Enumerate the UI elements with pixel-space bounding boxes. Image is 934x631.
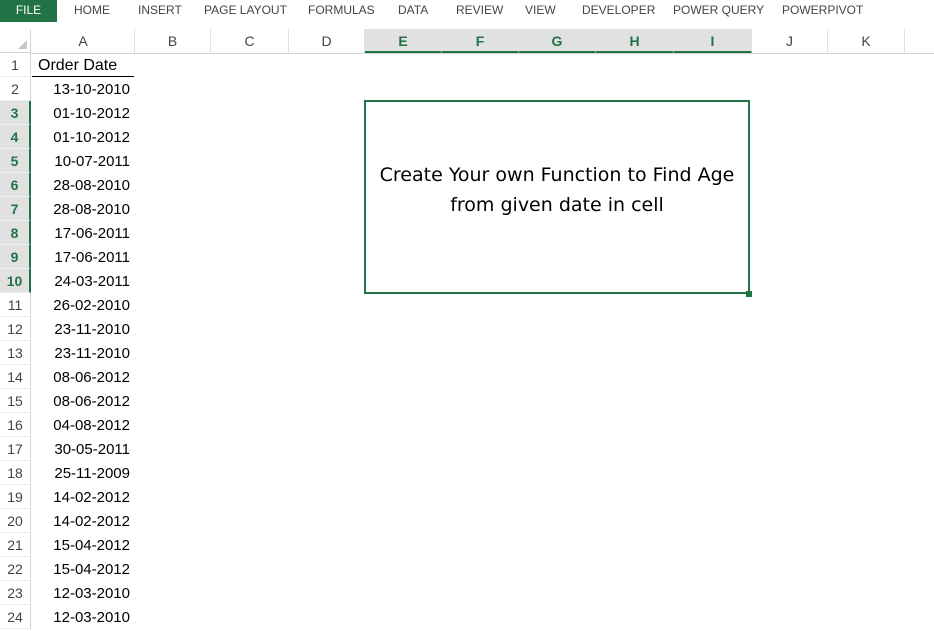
column-header-c[interactable]: C bbox=[211, 29, 289, 53]
ribbon-tab-view[interactable]: VIEW bbox=[525, 0, 556, 22]
ribbon-tab-review[interactable]: REVIEW bbox=[456, 0, 503, 22]
row-header-13[interactable]: 13 bbox=[0, 341, 31, 365]
column-header-f[interactable]: F bbox=[442, 29, 519, 53]
ribbon-tab-page-layout[interactable]: PAGE LAYOUT bbox=[204, 0, 287, 22]
cell-a3-order-date[interactable]: 01-10-2012 bbox=[32, 101, 134, 125]
row-header-20[interactable]: 20 bbox=[0, 509, 31, 533]
select-all-corner[interactable] bbox=[0, 29, 31, 53]
cell-a5-order-date[interactable]: 10-07-2011 bbox=[32, 149, 134, 173]
row-header-21[interactable]: 21 bbox=[0, 533, 31, 557]
cell-a14-order-date[interactable]: 08-06-2012 bbox=[32, 365, 134, 389]
row-header-16[interactable]: 16 bbox=[0, 413, 31, 437]
cell-a20-order-date[interactable]: 14-02-2012 bbox=[32, 509, 134, 533]
column-header-g[interactable]: G bbox=[519, 29, 596, 53]
cell-a22-order-date[interactable]: 15-04-2012 bbox=[32, 557, 134, 581]
row-header-18[interactable]: 18 bbox=[0, 461, 31, 485]
ribbon-tab-insert[interactable]: INSERT bbox=[138, 0, 182, 22]
cell-a10-order-date[interactable]: 24-03-2011 bbox=[32, 269, 134, 293]
column-header-e[interactable]: E bbox=[365, 29, 442, 53]
row-header-9[interactable]: 9 bbox=[0, 245, 31, 269]
row-header-23[interactable]: 23 bbox=[0, 581, 31, 605]
cell-a21-order-date[interactable]: 15-04-2012 bbox=[32, 533, 134, 557]
row-header-22[interactable]: 22 bbox=[0, 557, 31, 581]
cell-a6-order-date[interactable]: 28-08-2010 bbox=[32, 173, 134, 197]
row-header-15[interactable]: 15 bbox=[0, 389, 31, 413]
ribbon-tabs: FILE HOME INSERT PAGE LAYOUT FORMULAS DATA REV… bbox=[0, 0, 934, 22]
ribbon-tab-powerpivot[interactable]: POWERPIVOT bbox=[782, 0, 863, 22]
text-box-shape[interactable]: Create Your own Function to Find Age fro… bbox=[364, 100, 750, 294]
cell-a12-order-date[interactable]: 23-11-2010 bbox=[32, 317, 134, 341]
cell-a11-order-date[interactable]: 26-02-2010 bbox=[32, 293, 134, 317]
cell-a17-order-date[interactable]: 30-05-2011 bbox=[32, 437, 134, 461]
cell-a8-order-date[interactable]: 17-06-2011 bbox=[32, 221, 134, 245]
cell-a18-order-date[interactable]: 25-11-2009 bbox=[32, 461, 134, 485]
ribbon-tab-home[interactable]: HOME bbox=[74, 0, 110, 22]
cell-a19-order-date[interactable]: 14-02-2012 bbox=[32, 485, 134, 509]
shape-resize-handle[interactable] bbox=[746, 291, 752, 297]
column-header-d[interactable]: D bbox=[289, 29, 365, 53]
row-header-8[interactable]: 8 bbox=[0, 221, 31, 245]
cell-a13-order-date[interactable]: 23-11-2010 bbox=[32, 341, 134, 365]
cell-a4-order-date[interactable]: 01-10-2012 bbox=[32, 125, 134, 149]
column-header-h[interactable]: H bbox=[596, 29, 674, 53]
cell-a16-order-date[interactable]: 04-08-2012 bbox=[32, 413, 134, 437]
cell-a2-order-date[interactable]: 13-10-2010 bbox=[32, 77, 134, 101]
column-header-j[interactable]: J bbox=[752, 29, 828, 53]
row-header-6[interactable]: 6 bbox=[0, 173, 31, 197]
row-header-3[interactable]: 3 bbox=[0, 101, 31, 125]
row-header-7[interactable]: 7 bbox=[0, 197, 31, 221]
row-header-19[interactable]: 19 bbox=[0, 485, 31, 509]
column-header-k[interactable]: K bbox=[828, 29, 905, 53]
row-header-12[interactable]: 12 bbox=[0, 317, 31, 341]
ribbon-tab-data[interactable]: DATA bbox=[398, 0, 428, 22]
text-box-text: Create Your own Function to Find Age fro… bbox=[379, 164, 735, 216]
row-header-10[interactable]: 10 bbox=[0, 269, 31, 293]
column-header-i[interactable]: I bbox=[674, 29, 752, 53]
row-header-14[interactable]: 14 bbox=[0, 365, 31, 389]
cell-a7-order-date[interactable]: 28-08-2010 bbox=[32, 197, 134, 221]
cell-a24-order-date[interactable]: 12-03-2010 bbox=[32, 605, 134, 629]
row-header-24[interactable]: 24 bbox=[0, 605, 31, 629]
cell-a1-order-date-header[interactable]: Order Date bbox=[32, 53, 134, 77]
ribbon-tab-file[interactable]: FILE bbox=[0, 0, 57, 22]
cell-a23-order-date[interactable]: 12-03-2010 bbox=[32, 581, 134, 605]
row-header-2[interactable]: 2 bbox=[0, 77, 31, 101]
row-header-4[interactable]: 4 bbox=[0, 125, 31, 149]
ribbon-tab-power-query[interactable]: POWER QUERY bbox=[673, 0, 764, 22]
row-header-1[interactable]: 1 bbox=[0, 53, 31, 77]
select-all-triangle-icon bbox=[18, 40, 27, 49]
cell-a9-order-date[interactable]: 17-06-2011 bbox=[32, 245, 134, 269]
column-header-a[interactable]: A bbox=[32, 29, 135, 53]
ribbon-tab-formulas[interactable]: FORMULAS bbox=[308, 0, 375, 22]
ribbon-tab-developer[interactable]: DEVELOPER bbox=[582, 0, 655, 22]
row-header-11[interactable]: 11 bbox=[0, 293, 31, 317]
cell-a15-order-date[interactable]: 08-06-2012 bbox=[32, 389, 134, 413]
row-header-5[interactable]: 5 bbox=[0, 149, 31, 173]
row-header-17[interactable]: 17 bbox=[0, 437, 31, 461]
column-header-b[interactable]: B bbox=[135, 29, 211, 53]
